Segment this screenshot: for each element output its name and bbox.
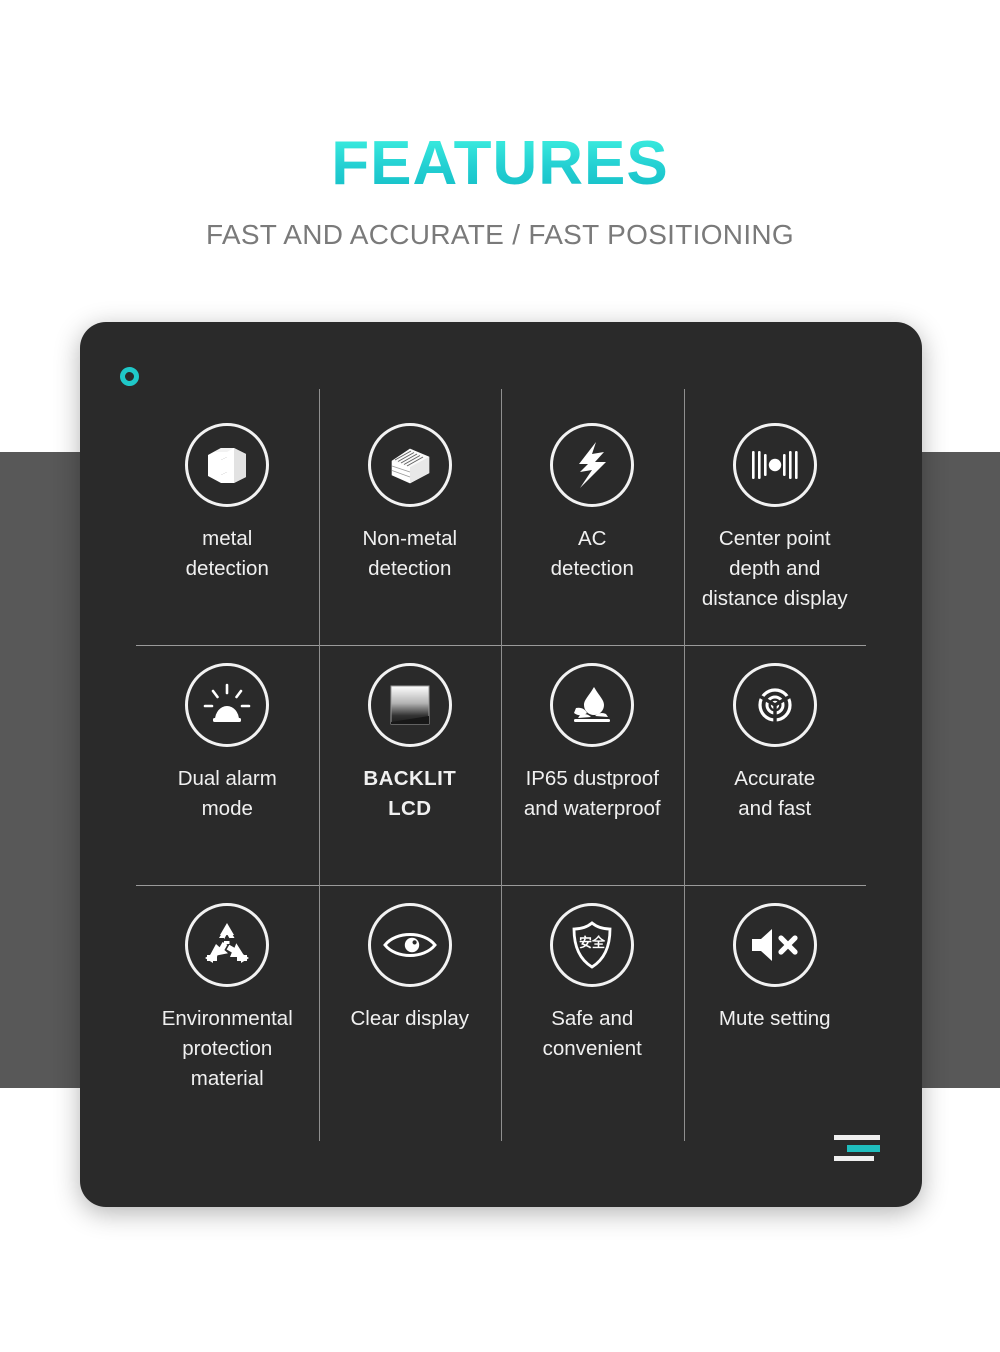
features-page: FEATURES FAST AND ACCURATE / FAST POSITI… [0, 0, 1000, 1352]
eye-icon [367, 903, 452, 987]
feature-cell-non-metal-detection[interactable]: Non-metal detection [318, 389, 502, 661]
recycle-icon [185, 903, 270, 987]
alarm-beacon-icon [185, 663, 270, 747]
lcd-screen-icon [367, 663, 452, 747]
feature-cell-ac-detection[interactable]: AC detection [501, 389, 684, 661]
feature-row: Dual alarm mode BACKLIT LCD IP65 dustpro… [136, 629, 867, 901]
feature-cell-clear-display[interactable]: Clear display [318, 869, 502, 1141]
lightning-bolt-icon [550, 423, 635, 507]
timber-stack-icon [367, 423, 452, 507]
feature-cell-accurate-and-fast[interactable]: Accurate and fast [683, 629, 867, 901]
feature-cell-backlit-lcd[interactable]: BACKLIT LCD [318, 629, 502, 901]
feature-cell-ip65-waterproof[interactable]: IP65 dustproof and waterproof [501, 629, 684, 901]
page-title: FEATURES [0, 133, 1000, 195]
feature-label: Mute setting [718, 1007, 831, 1030]
feature-cell-mute-setting[interactable]: Mute setting [683, 869, 867, 1141]
feature-label: Non-metal detection [362, 527, 458, 581]
feature-label: Accurate and fast [734, 767, 816, 821]
feature-label: metal detection [185, 527, 269, 581]
menu-bar-top [834, 1135, 880, 1140]
feature-cell-dual-alarm-mode[interactable]: Dual alarm mode [136, 645, 319, 885]
menu-bar-middle [847, 1145, 880, 1152]
feature-cell-environmental-material[interactable]: Environmental protection material [136, 885, 319, 1125]
feature-label: Environmental protection material [161, 1007, 293, 1091]
shield-icon-text: 安全 [579, 935, 606, 951]
ring-marker-icon [120, 367, 139, 386]
shield-safety-icon: 安全 [550, 903, 635, 987]
feature-label: Dual alarm mode [177, 767, 277, 821]
page-subtitle: FAST AND ACCURATE / FAST POSITIONING [205, 219, 795, 250]
features-grid: metal detection Non-metal detection AC d… [136, 389, 867, 1141]
radar-target-icon [732, 663, 817, 747]
water-drop-icon [550, 663, 635, 747]
menu-marker-icon [834, 1135, 880, 1161]
feature-label: BACKLIT LCD [363, 767, 457, 821]
feature-cell-center-point-display[interactable]: Center point depth and distance display [683, 389, 867, 661]
feature-row: Environmental protection material Clear … [136, 869, 867, 1141]
mute-speaker-icon [732, 903, 817, 987]
feature-label: IP65 dustproof and waterproof [523, 767, 661, 821]
feature-row: metal detection Non-metal detection AC d… [136, 389, 867, 661]
i-beam-icon [185, 423, 270, 507]
center-point-scale-icon [732, 423, 817, 507]
features-card: metal detection Non-metal detection AC d… [80, 322, 922, 1207]
feature-cell-metal-detection[interactable]: metal detection [136, 405, 319, 645]
feature-label: Clear display [350, 1007, 470, 1030]
menu-bar-bottom [834, 1156, 874, 1161]
feature-cell-safe-and-convenient[interactable]: 安全 Safe and convenient [501, 869, 684, 1141]
feature-label: Center point depth and distance display [701, 527, 848, 611]
page-header: FEATURES FAST AND ACCURATE / FAST POSITI… [0, 0, 1000, 251]
feature-label: AC detection [550, 527, 634, 581]
feature-label: Safe and convenient [542, 1007, 642, 1061]
